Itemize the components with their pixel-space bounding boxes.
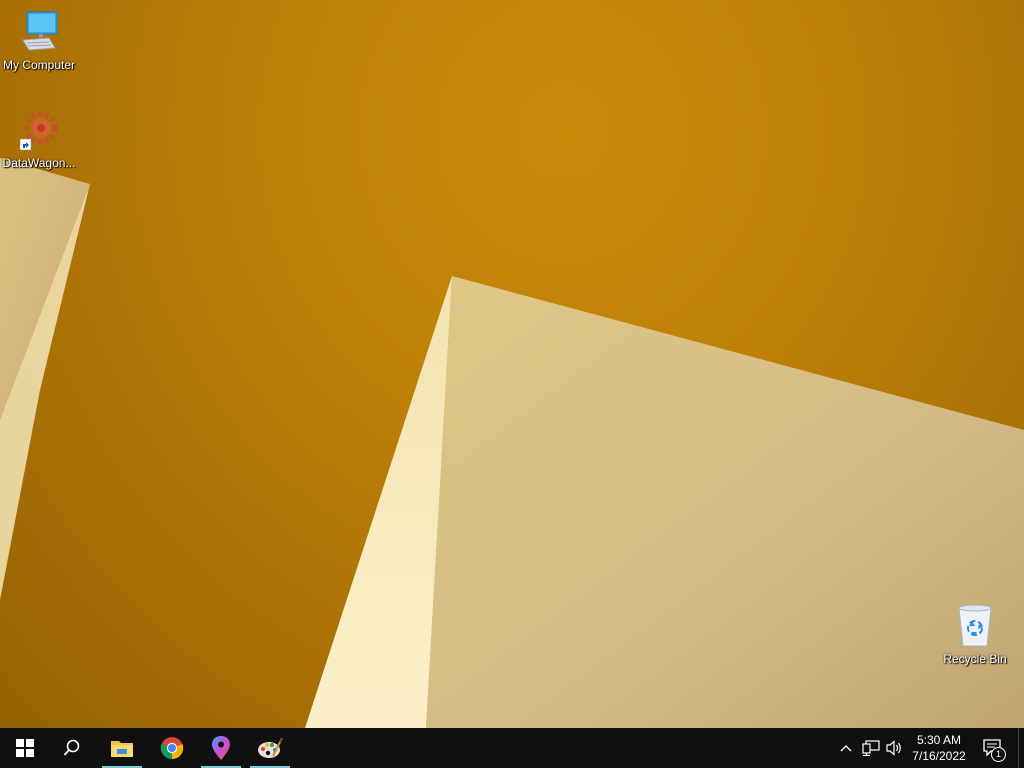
taskbar: 5:30 AM 7/16/2022 1 <box>0 728 1024 768</box>
monitor-icon <box>15 8 63 56</box>
search-button[interactable] <box>50 728 94 768</box>
map-pin-icon <box>212 736 230 760</box>
desktop-icon-recycle-bin[interactable]: Recycle Bin <box>936 602 1014 666</box>
clock-date: 7/16/2022 <box>912 749 966 763</box>
network-tray-button[interactable] <box>860 728 882 768</box>
taskbar-maps[interactable] <box>199 728 243 768</box>
desktop-icon-label: My Computer <box>2 58 76 72</box>
chevron-up-icon <box>840 745 852 752</box>
windows-logo-icon <box>16 739 34 757</box>
start-button[interactable] <box>2 728 48 768</box>
desktop-icon-label: DataWagon... <box>2 156 76 170</box>
clock-time: 5:30 AM <box>916 733 962 747</box>
desktop-icon-label: Recycle Bin <box>943 652 1007 666</box>
desktop-icon-datawagon[interactable]: DataWagon... <box>0 106 78 170</box>
datawagon-gear-icon <box>15 106 63 154</box>
desktop[interactable]: My Computer DataWagon... Recycle Bin <box>0 0 1024 728</box>
wallpaper-light-beams <box>0 158 1024 728</box>
action-center-button[interactable]: 1 <box>978 728 1008 768</box>
search-icon <box>63 739 80 756</box>
taskbar-paint[interactable] <box>248 728 292 768</box>
network-icon <box>862 740 880 756</box>
notification-count-badge: 1 <box>991 747 1006 762</box>
folder-icon <box>111 741 133 757</box>
clock-tray-button[interactable]: 5:30 AM 7/16/2022 <box>908 728 970 768</box>
desktop-icon-my-computer[interactable]: My Computer <box>0 8 78 72</box>
show-hidden-icons-button[interactable] <box>836 728 856 768</box>
volume-tray-button[interactable] <box>884 728 906 768</box>
recycle-bin-icon <box>951 602 999 650</box>
taskbar-chrome[interactable] <box>150 728 194 768</box>
paint-palette-icon <box>258 737 283 758</box>
show-desktop-button[interactable] <box>1018 728 1024 768</box>
taskbar-file-explorer[interactable] <box>100 728 144 768</box>
chrome-icon <box>160 737 184 760</box>
volume-icon <box>886 740 901 756</box>
